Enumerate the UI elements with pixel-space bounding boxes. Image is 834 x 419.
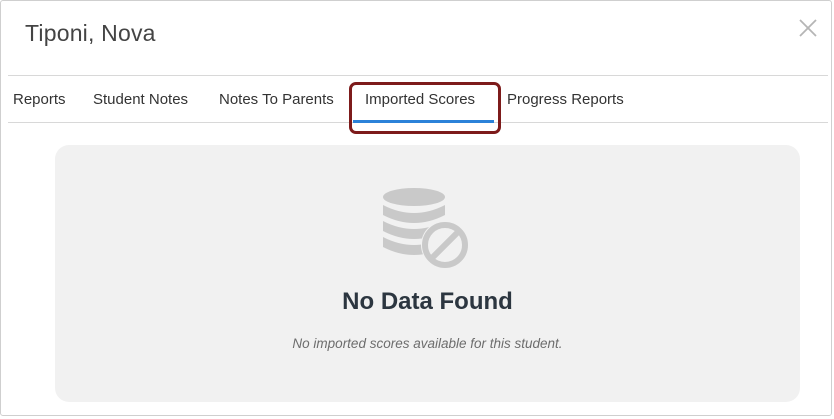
empty-state-panel: No Data Found No imported scores availab… (55, 145, 800, 402)
dialog-title: Tiponi, Nova (25, 20, 156, 46)
student-dialog: Tiponi, Nova Reports Student Notes Notes… (0, 0, 832, 416)
active-tab-indicator (353, 120, 494, 123)
database-blocked-icon (383, 188, 469, 269)
close-icon (799, 19, 817, 37)
tab-student-notes[interactable]: Student Notes (93, 91, 188, 108)
empty-state-description: No imported scores available for this st… (292, 336, 563, 351)
tab-reports[interactable]: Reports (13, 91, 66, 108)
empty-state-title: No Data Found (342, 288, 513, 315)
tab-highlight-box (349, 82, 501, 134)
close-button[interactable] (797, 17, 819, 39)
tab-progress-reports[interactable]: Progress Reports (507, 91, 624, 108)
tab-bar: Reports Student Notes Notes To Parents I… (8, 75, 828, 134)
tab-imported-scores[interactable]: Imported Scores (365, 91, 475, 108)
tab-notes-to-parents[interactable]: Notes To Parents (219, 91, 334, 108)
